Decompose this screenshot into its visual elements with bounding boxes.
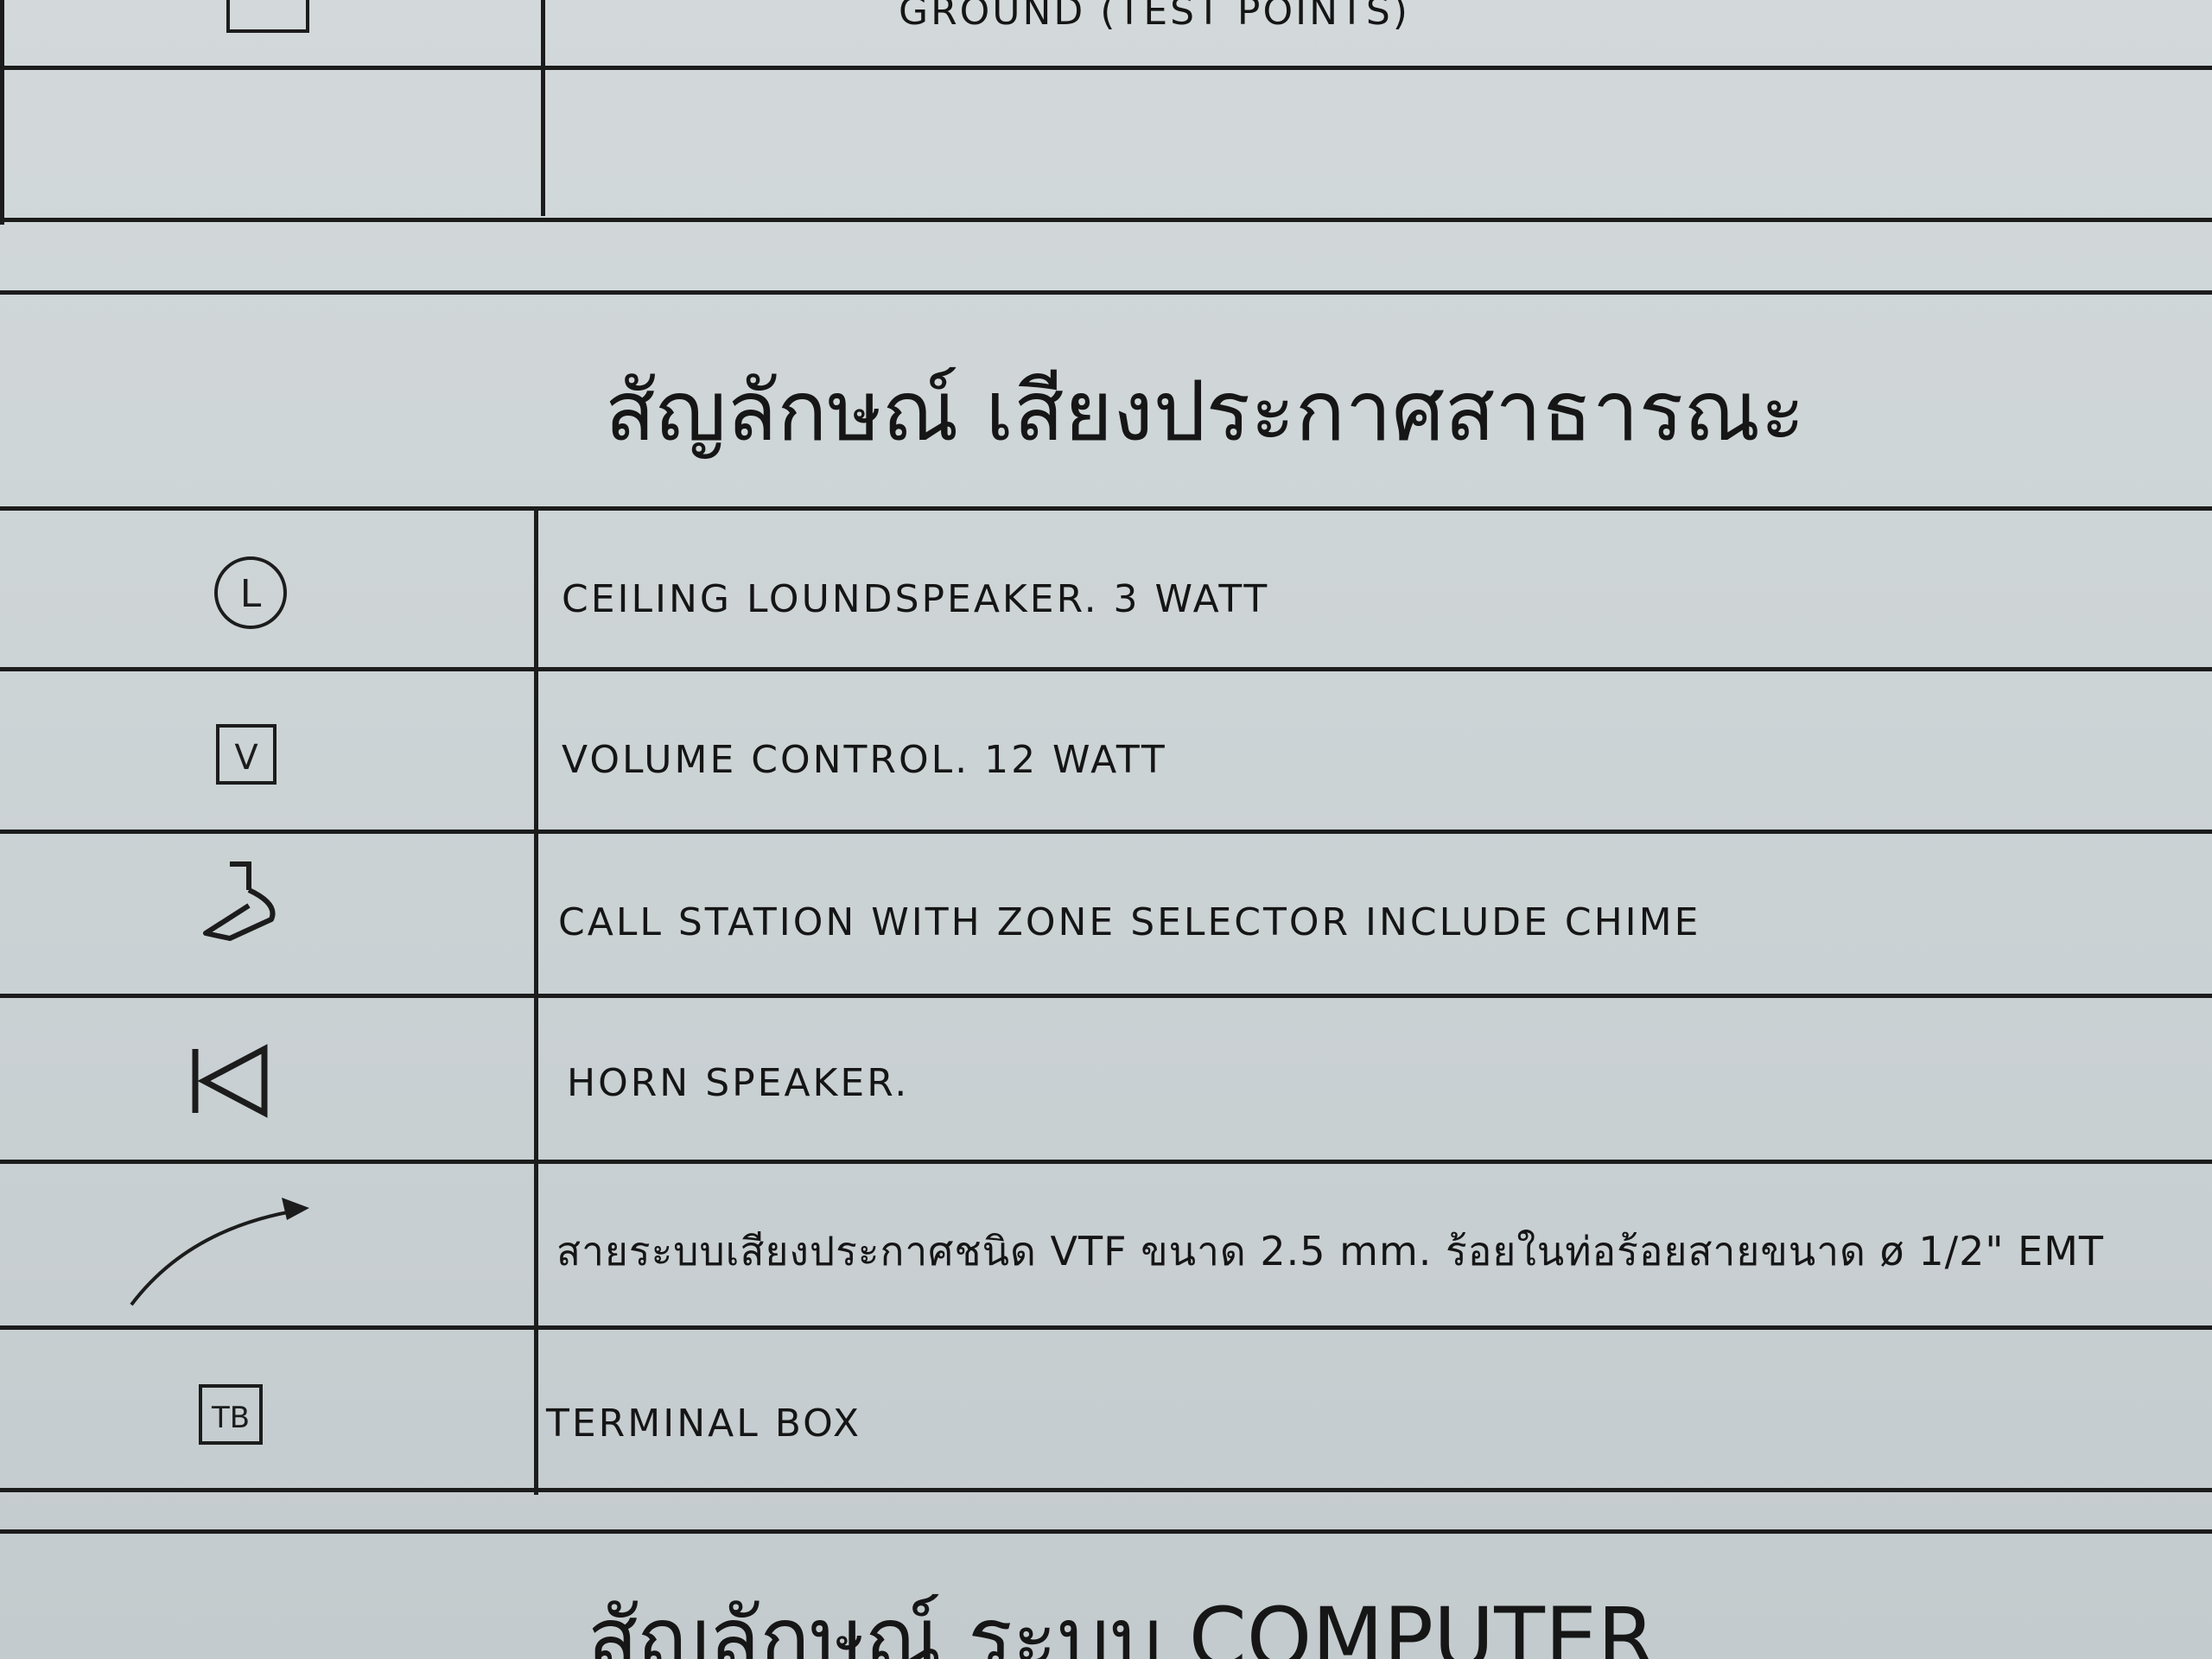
ceiling-speaker-icon: L bbox=[214, 556, 287, 629]
row-divider bbox=[0, 830, 2212, 834]
next-section-top-border bbox=[0, 1529, 2212, 1534]
document-page: GROUND (TEST POINTS) สัญลักษณ์ เสียงประก… bbox=[0, 0, 2212, 1659]
svg-text:L: L bbox=[240, 572, 262, 616]
section-top-border bbox=[0, 290, 2212, 295]
table-divider-top bbox=[541, 0, 545, 216]
legend-row-2-description: VOLUME CONTROL. 12 WATT bbox=[562, 738, 1167, 782]
legend-row-4-description: HORN SPEAKER. bbox=[567, 1061, 910, 1105]
legend-column-divider bbox=[534, 508, 538, 1495]
legend-row-1-description: CEILING LOUNDSPEAKER. 3 WATT bbox=[562, 577, 1270, 621]
svg-text:V: V bbox=[234, 738, 258, 778]
svg-text:TB: TB bbox=[211, 1401, 250, 1435]
row-divider bbox=[0, 994, 2212, 998]
table-bottom-border bbox=[0, 1488, 2212, 1492]
row-divider bbox=[0, 66, 2212, 70]
cable-arrow-icon bbox=[130, 1198, 309, 1306]
ground-test-point-icon bbox=[226, 0, 309, 33]
horn-speaker-icon bbox=[192, 1044, 268, 1118]
top-row-description: GROUND (TEST POINTS) bbox=[899, 0, 1410, 34]
volume-control-icon: V bbox=[216, 724, 276, 785]
row-divider bbox=[0, 667, 2212, 671]
table-bottom-border bbox=[0, 218, 2212, 222]
call-station-icon bbox=[203, 861, 276, 941]
terminal-box-icon: TB bbox=[199, 1384, 263, 1445]
legend-row-5-description: สายระบบเสียงประกาศชนิด VTF ขนาด 2.5 mm. … bbox=[556, 1228, 2104, 1274]
legend-row-3-description: CALL STATION WITH ZONE SELECTOR INCLUDE … bbox=[558, 900, 1701, 944]
row-divider bbox=[0, 1160, 2212, 1164]
legend-row-6-description: TERMINAL BOX bbox=[546, 1402, 862, 1446]
section-title: สัญลักษณ์ เสียงประกาศสาธารณะ bbox=[605, 363, 1805, 460]
table-left-border-top bbox=[0, 0, 4, 225]
next-section-title: สัญลักษณ์ ระบบ COMPUTER bbox=[588, 1590, 1656, 1659]
title-bottom-border bbox=[0, 506, 2212, 511]
row-divider bbox=[0, 1325, 2212, 1330]
